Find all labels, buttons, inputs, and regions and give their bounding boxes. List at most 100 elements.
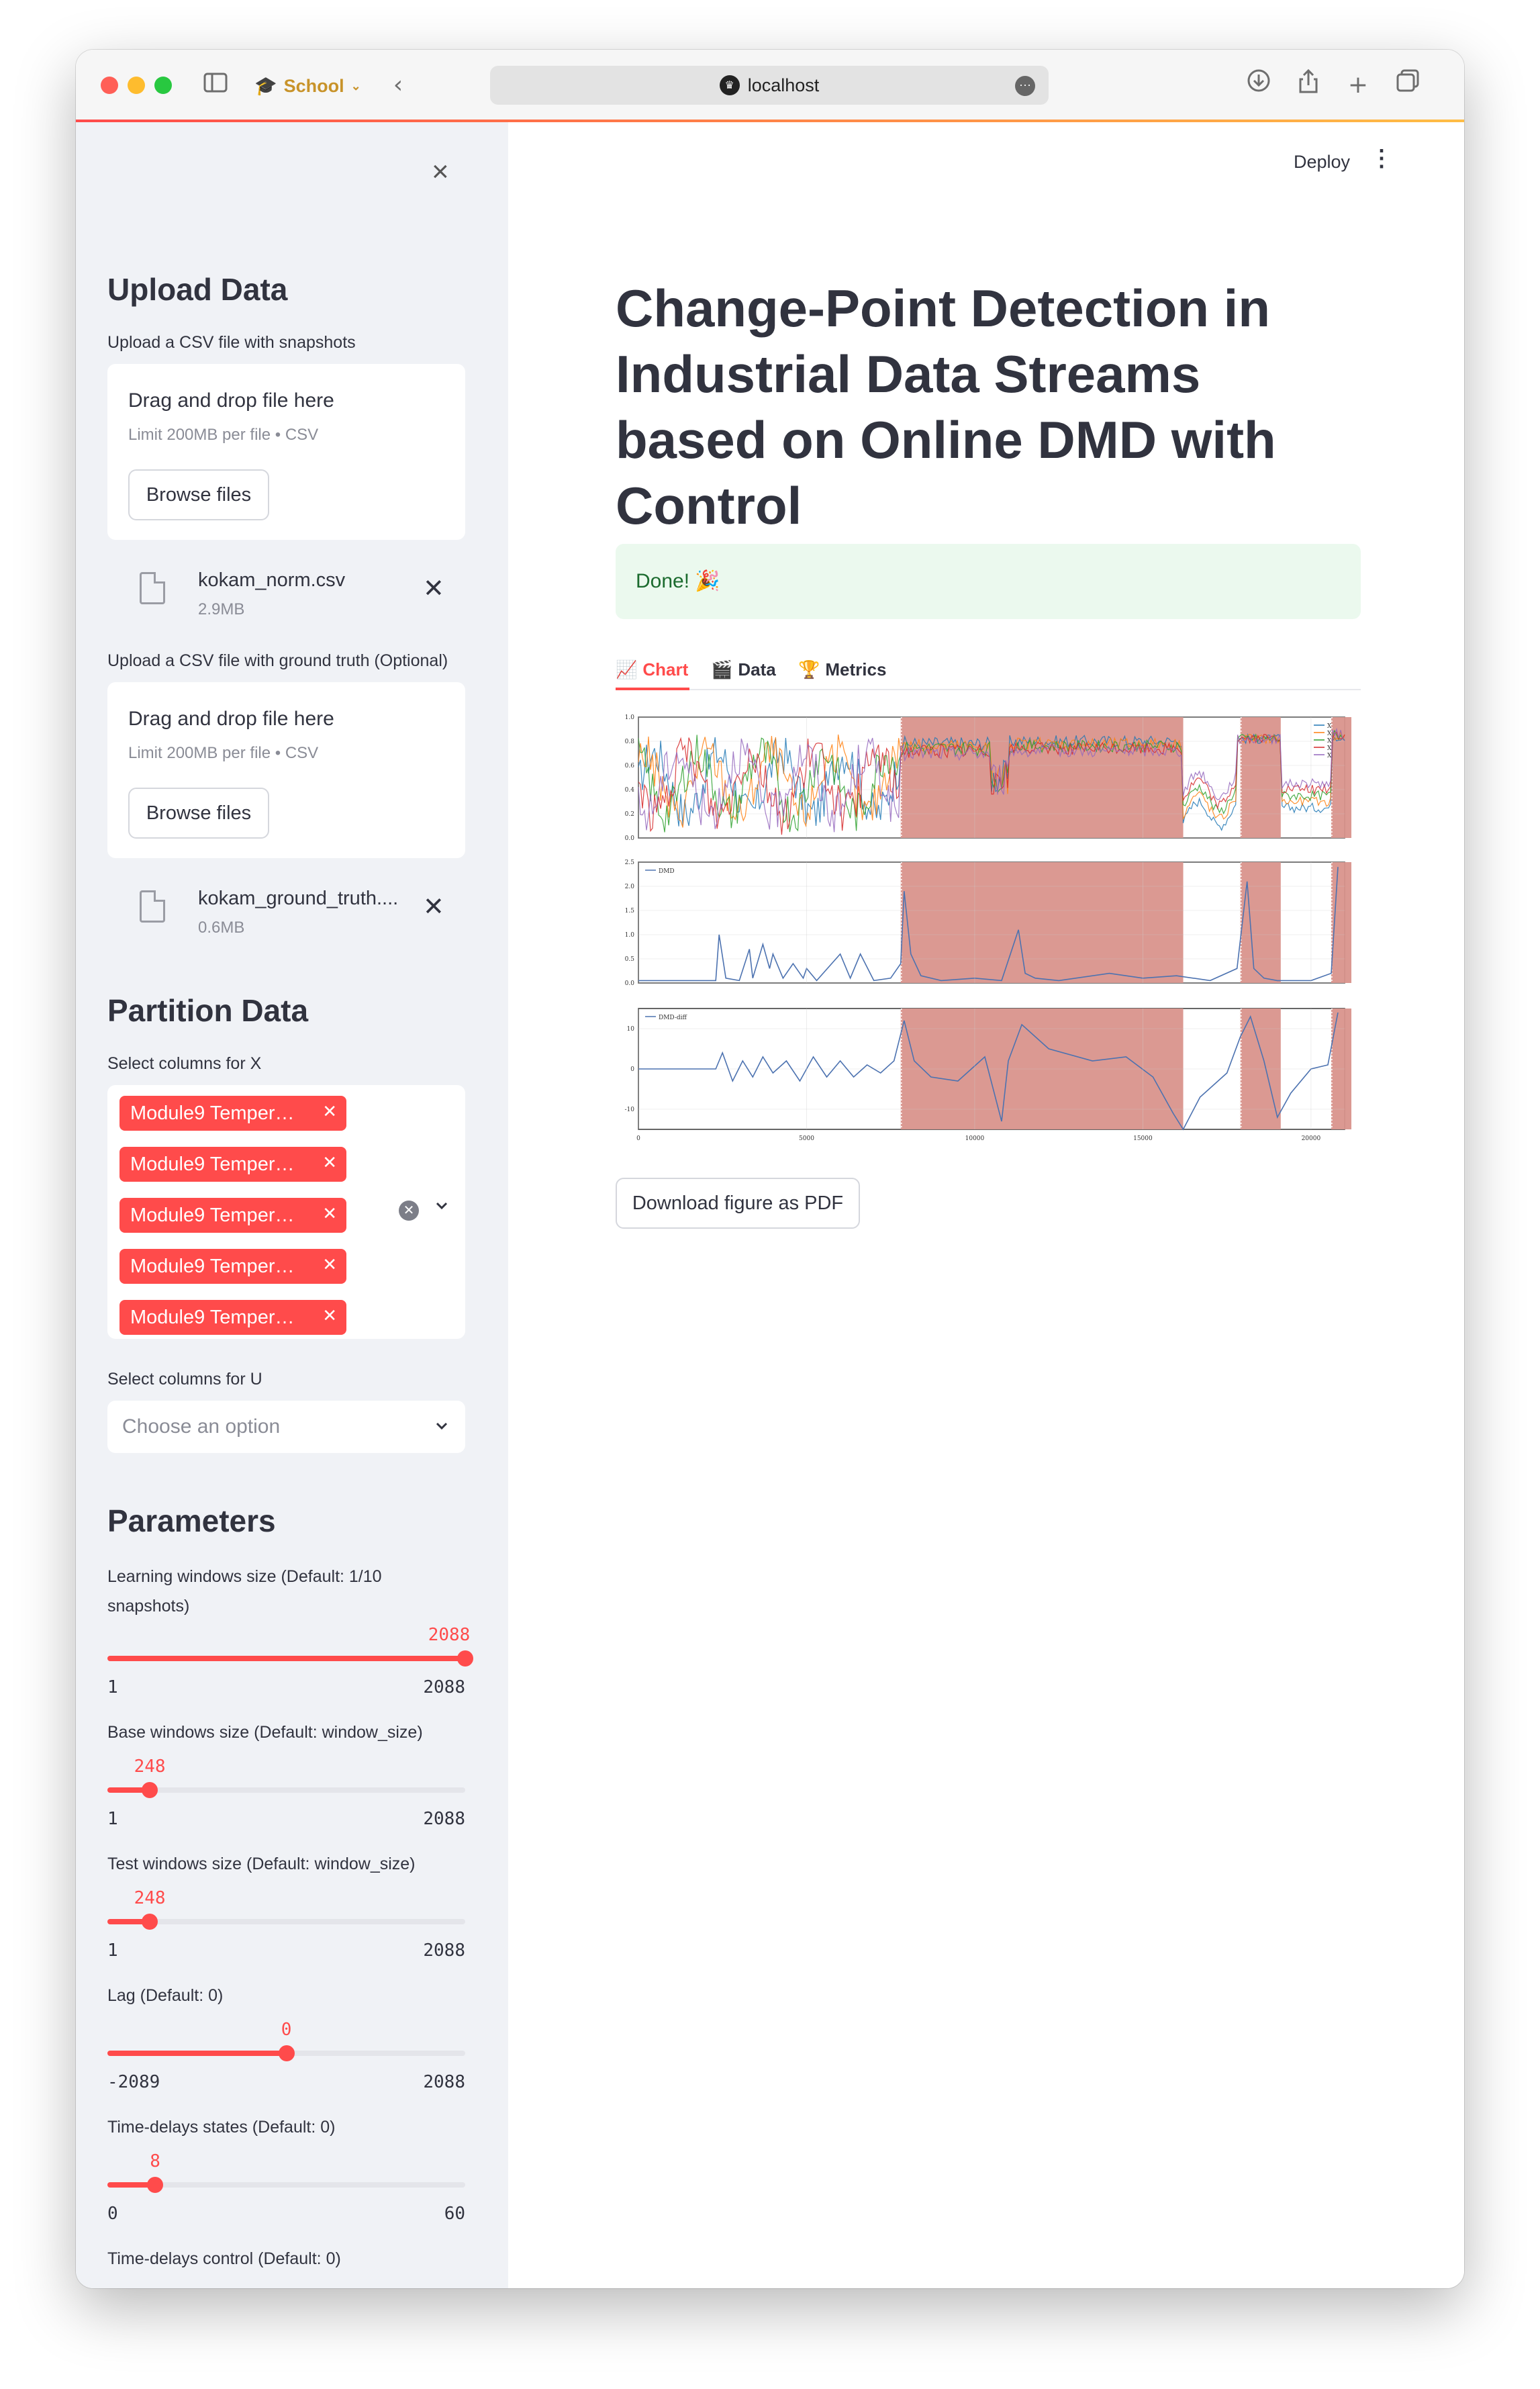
slider-thumb[interactable]: [278, 2045, 295, 2061]
remove-tag-icon[interactable]: ✕: [322, 1203, 337, 1224]
slider-value: 248: [134, 1756, 166, 1777]
y-tick-label: 0.4: [625, 787, 635, 794]
test-window-slider[interactable]: 248 1 2088: [107, 1888, 465, 1962]
file-name: kokam_ground_truth....: [198, 888, 399, 909]
legend-label: X: [1327, 723, 1332, 730]
back-icon[interactable]: ‹: [385, 68, 412, 102]
legend-label: X: [1327, 753, 1332, 759]
y-tick-label: 0.2: [625, 811, 634, 818]
minimize-window-button[interactable]: [128, 77, 145, 94]
slider-label: Lag (Default: 0): [107, 1986, 224, 2005]
slider-fill: [107, 1656, 465, 1661]
page-title: Change-Point Detection in Industrial Dat…: [616, 279, 1276, 535]
slider-max: 2088: [423, 1809, 465, 1829]
main-content: Deploy ⋮ Change-Point Detection in Indus…: [508, 122, 1464, 2288]
slider-min: 0: [107, 2204, 118, 2224]
remove-file-icon[interactable]: ✕: [423, 573, 444, 604]
u-columns-select[interactable]: Choose an option: [107, 1401, 465, 1453]
remove-tag-icon[interactable]: ✕: [322, 1152, 337, 1173]
slider-min: 1: [107, 1940, 118, 1961]
success-alert: Done! 🎉: [616, 544, 1361, 619]
remove-tag-icon[interactable]: ✕: [322, 1254, 337, 1275]
sidebar-toggle-icon[interactable]: [201, 68, 230, 102]
active-tab-indicator: [616, 688, 689, 690]
legend-label: DMD: [659, 868, 675, 875]
share-icon[interactable]: [1294, 68, 1323, 103]
chevron-down-icon: [434, 1418, 450, 1439]
y-tick-label: 0: [630, 1066, 634, 1073]
new-tab-icon[interactable]: +: [1343, 68, 1373, 102]
browse-files-button[interactable]: Browse files: [128, 469, 269, 520]
browser-window: 🎓 School ⌄ ‹ ♛ localhost ··· + × Upload …: [76, 50, 1464, 2288]
deploy-button[interactable]: Deploy: [1294, 152, 1350, 173]
address-bar[interactable]: ♛ localhost ···: [490, 66, 1049, 105]
uploaded-file-ground-truth: kokam_ground_truth.... 0.6MB ✕: [107, 884, 465, 948]
close-sidebar-icon[interactable]: ×: [432, 157, 449, 187]
tab-metrics[interactable]: 🏆 Metrics: [798, 659, 886, 680]
snapshots-dropzone[interactable]: Drag and drop file here Limit 200MB per …: [107, 364, 465, 540]
slider-value: 248: [134, 1888, 166, 1908]
partition-data-heading: Partition Data: [107, 993, 309, 1028]
clapper-icon: 🎬: [711, 659, 733, 680]
y-tick-label: 1.0: [625, 714, 635, 721]
slider-thumb[interactable]: [142, 1782, 158, 1798]
x-tick-label: 15000: [1133, 1135, 1153, 1142]
close-window-button[interactable]: [101, 77, 118, 94]
download-icon[interactable]: [1244, 68, 1273, 102]
chevron-down-icon[interactable]: [434, 1198, 450, 1219]
selected-tag: Module9 Temper… ✕: [119, 1300, 346, 1335]
file-icon: [140, 572, 165, 604]
slider-label: Test windows size (Default: window_size): [107, 1855, 416, 1873]
slider-thumb[interactable]: [457, 1650, 473, 1667]
file-name: kokam_norm.csv: [198, 569, 346, 591]
remove-tag-icon[interactable]: ✕: [322, 1101, 337, 1122]
remove-tag-icon[interactable]: ✕: [322, 1305, 337, 1326]
parameters-heading: Parameters: [107, 1503, 276, 1538]
slider-min: -2089: [107, 2072, 160, 2092]
selected-tag: Module9 Temper… ✕: [119, 1249, 346, 1284]
download-pdf-button[interactable]: Download figure as PDF: [616, 1178, 860, 1229]
tag-label: Module9 Temper…: [130, 1204, 295, 1226]
remove-file-icon[interactable]: ✕: [423, 892, 444, 922]
slider-fill: [107, 2051, 287, 2056]
x-columns-label: Select columns for X: [107, 1054, 262, 1073]
file-icon: [140, 890, 165, 923]
legend-label: X: [1327, 731, 1332, 737]
slider-thumb[interactable]: [142, 1914, 158, 1930]
time-delays-states-slider[interactable]: 8 0 60: [107, 2151, 465, 2225]
chevron-down-icon: ⌄: [350, 79, 361, 93]
y-tick-label: 2.5: [625, 859, 635, 866]
learning-window-slider[interactable]: 2088 1 2088: [107, 1625, 473, 1699]
browse-files-button[interactable]: Browse files: [128, 788, 269, 839]
graduation-cap-icon: 🎓: [254, 76, 277, 96]
selected-tag: Module9 Temper… ✕: [119, 1096, 346, 1131]
ground-truth-dropzone[interactable]: Drag and drop file here Limit 200MB per …: [107, 682, 465, 858]
tab-label: Metrics: [825, 659, 887, 680]
x-tick-label: 10000: [965, 1135, 985, 1142]
profile-name: School: [283, 75, 344, 96]
slider-min: 1: [107, 1809, 118, 1829]
slider-value: 8: [150, 2151, 160, 2171]
tag-label: Module9 Temper…: [130, 1153, 295, 1175]
tab-overview-icon[interactable]: [1393, 68, 1423, 102]
u-columns-label: Select columns for U: [107, 1370, 262, 1389]
tab-data[interactable]: 🎬 Data: [711, 659, 776, 680]
browser-toolbar: 🎓 School ⌄ ‹ ♛ localhost ··· +: [76, 50, 1464, 122]
x-columns-multiselect[interactable]: Module9 Temper… ✕ Module9 Temper… ✕ Module…: [107, 1085, 465, 1339]
kebab-menu-icon[interactable]: ⋮: [1370, 145, 1393, 172]
zoom-window-button[interactable]: [154, 77, 172, 94]
slider-thumb[interactable]: [147, 2177, 164, 2193]
y-tick-label: 2.0: [625, 884, 635, 890]
dropzone-title: Drag and drop file here: [128, 389, 334, 412]
slider-max: 60: [444, 2204, 465, 2224]
lag-slider[interactable]: 0 -2089 2088: [107, 2020, 465, 2094]
clear-all-icon[interactable]: ✕: [399, 1201, 419, 1221]
profile-switcher[interactable]: 🎓 School ⌄: [254, 71, 361, 101]
tab-chart[interactable]: 📈 Chart: [616, 659, 688, 680]
legend-label: DMD-diff: [659, 1015, 687, 1021]
base-window-slider[interactable]: 248 1 2088: [107, 1756, 465, 1830]
x-tick-label: 5000: [799, 1135, 814, 1142]
tab-label: Chart: [642, 659, 689, 680]
more-icon[interactable]: ···: [1015, 76, 1035, 96]
slider-label: Base windows size (Default: window_size): [107, 1723, 423, 1742]
